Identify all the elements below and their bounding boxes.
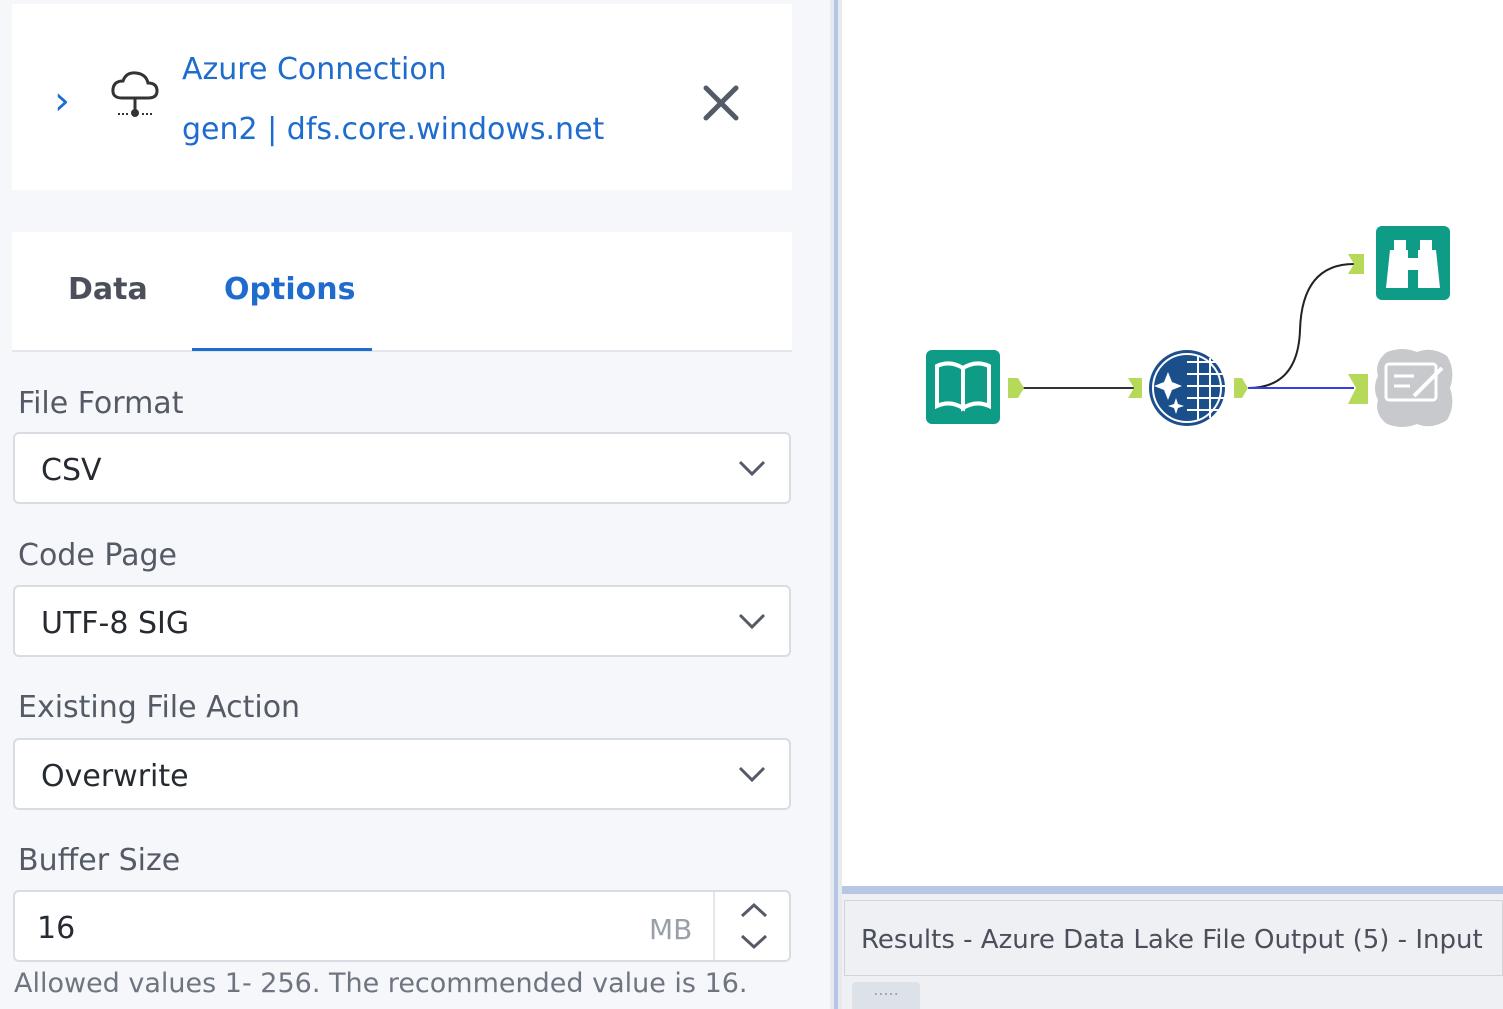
- chevron-down-icon: [738, 613, 766, 630]
- buffer-size-unit: MB: [649, 913, 693, 946]
- workflow-canvas[interactable]: [842, 0, 1503, 886]
- tab-bar: Data Options: [12, 232, 792, 352]
- file-format-select[interactable]: CSV: [13, 432, 791, 504]
- close-icon[interactable]: [694, 76, 750, 132]
- file-format-value: CSV: [41, 453, 102, 488]
- file-output-tool[interactable]: [1375, 349, 1453, 427]
- chevron-down-icon: [738, 460, 766, 477]
- connection-subtitle[interactable]: gen2 | dfs.core.windows.net: [182, 112, 604, 147]
- input-tool[interactable]: [926, 350, 1000, 424]
- buffer-size-stepper: [713, 892, 791, 960]
- results-grip-handle[interactable]: .....: [852, 982, 920, 1009]
- chevron-down-icon: [738, 766, 766, 783]
- results-splitter[interactable]: [842, 886, 1503, 894]
- connection-card: › Azure Connection gen2 | dfs.core.windo…: [12, 4, 792, 190]
- configuration-panel: › Azure Connection gen2 | dfs.core.windo…: [0, 0, 830, 1009]
- buffer-size-value[interactable]: 16: [37, 911, 75, 946]
- buffer-size-label: Buffer Size: [18, 843, 181, 878]
- output-connector: [1008, 378, 1024, 398]
- connection-wire: [1247, 263, 1355, 389]
- chevron-down-icon[interactable]: [737, 930, 771, 954]
- results-title-bar: Results - Azure Data Lake File Output (5…: [844, 900, 1503, 976]
- code-page-label: Code Page: [18, 538, 177, 573]
- output-connector: [1234, 378, 1248, 398]
- code-page-select[interactable]: UTF-8 SIG: [13, 585, 791, 657]
- active-tab-indicator: [192, 348, 372, 351]
- existing-file-action-select[interactable]: Overwrite: [13, 738, 791, 810]
- star-grid-tool[interactable]: [1149, 350, 1225, 426]
- results-pane: Results - Azure Data Lake File Output (5…: [842, 894, 1503, 1009]
- chevron-right-icon[interactable]: ›: [42, 76, 82, 126]
- code-page-value: UTF-8 SIG: [41, 606, 190, 641]
- existing-file-action-label: Existing File Action: [18, 690, 301, 725]
- connection-title[interactable]: Azure Connection: [182, 52, 447, 87]
- browse-tool[interactable]: [1376, 226, 1450, 300]
- buffer-size-helper: Allowed values 1- 256. The recommended v…: [14, 968, 748, 999]
- chevron-up-icon[interactable]: [737, 898, 771, 922]
- cloud-connection-icon: [110, 68, 160, 124]
- file-format-label: File Format: [18, 386, 184, 421]
- existing-file-action-value: Overwrite: [41, 759, 189, 794]
- results-title: Results - Azure Data Lake File Output (5…: [861, 925, 1483, 955]
- buffer-size-input[interactable]: 16 MB: [13, 890, 791, 962]
- tab-data[interactable]: Data: [68, 272, 148, 307]
- panel-splitter[interactable]: [830, 0, 842, 1009]
- tab-options[interactable]: Options: [224, 272, 355, 307]
